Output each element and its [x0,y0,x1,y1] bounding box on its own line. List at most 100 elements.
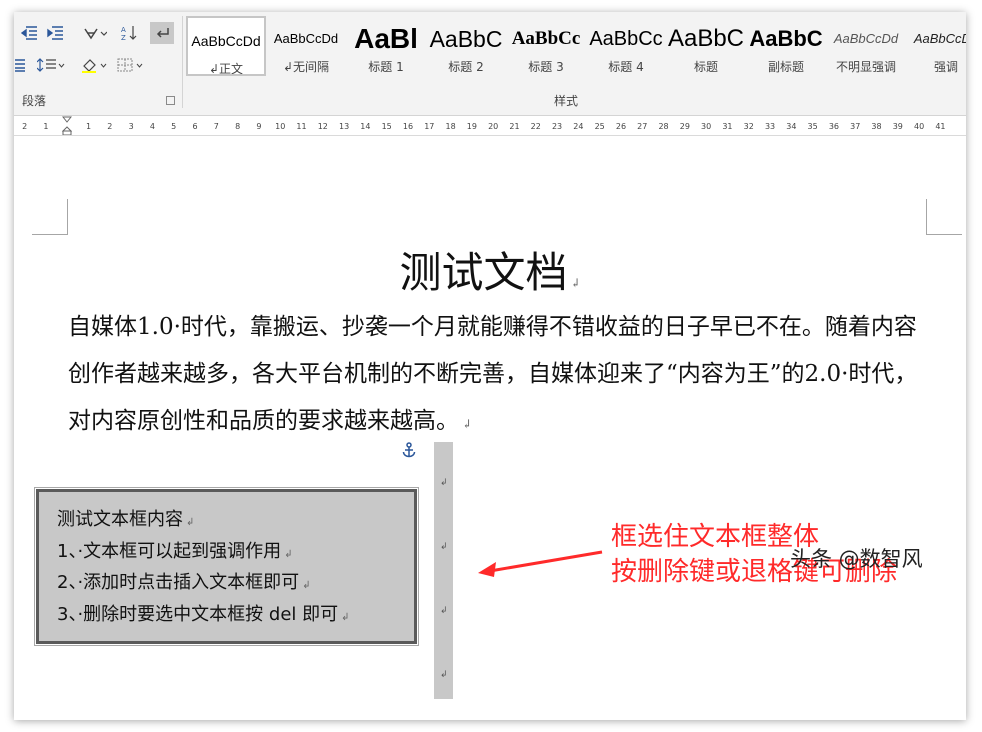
ruler-tick-label: 1 [43,121,49,131]
style-item[interactable]: AaBbCc 标题 4 [586,16,666,76]
style-item[interactable]: AaBbCc 标题 3 [506,16,586,76]
paragraph-mark-icon: ↲ [302,580,311,591]
horizontal-ruler[interactable]: 2 1 1 2 3 4 5 6 7 8 9 10 11 12 13 14 15 16 17 18 19 20 21 22 23 2… [14,116,966,136]
style-preview: AaBbCcDd [273,31,339,46]
style-preview: AaBbCcDd [191,33,261,49]
ruler-tick-label: 6 [192,121,198,131]
ruler-tick-label: 28 [658,121,669,131]
ruler-tick-label: 2 [22,121,28,131]
style-name: 标题 1 [368,60,404,74]
ruler-tick-label: 18 [445,121,456,131]
style-item[interactable]: AaBbC 副标题 [746,16,826,76]
document-paragraph[interactable]: 自媒体1.0·时代，靠搬运、抄袭一个月就能赚得不错收益的日子早已不在。随着内容创… [68,304,922,448]
text-box-line: 测试文本框内容 ↲ [57,504,414,536]
anchor-icon[interactable] [402,442,416,458]
ruler-tick-label: 2 [107,121,113,131]
paragraph-dialog-launcher-icon[interactable] [166,96,175,105]
style-name: ↲正文 [208,62,244,76]
style-item[interactable]: AaBbC 标题 2 [426,16,506,76]
ruler-tick-label: 26 [615,121,627,131]
ruler-tick-label: 5 [171,121,177,131]
style-name: 标题 4 [608,60,644,74]
ruler-tick-label: 12 [317,121,328,131]
ruler-tick-label: 24 [573,121,584,131]
text-box[interactable]: 测试文本框内容 ↲ 1、·文本框可以起到强调作用 ↲ 2、·添加时点击插入文本框即可 ↲ 3… [34,487,419,646]
red-arrow-icon [478,550,603,577]
ruler-tick-label: 17 [424,121,435,131]
show-formatting-marks-icon[interactable] [150,22,174,44]
ruler-tick-label: 35 [807,121,818,131]
style-item[interactable]: AaBl 标题 1 [346,16,426,76]
ruler-tick-label: 9 [256,121,262,131]
chinese-layout-icon[interactable] [80,22,110,44]
style-item[interactable]: AaBbCcDd ↲无间隔 [266,16,346,76]
increase-indent-icon[interactable] [44,22,66,44]
paragraph-mark-icon: ↲ [570,276,581,290]
ruler-tick-label: 7 [213,121,219,131]
ruler-tick-label: 3 [128,121,134,131]
ruler-tick-label: 36 [828,121,840,131]
word-window: AZ 段落 AaBbCcDd ↲正文 AaBbCcDd ↲无间隔 AaBl 标题 1 AaB… [14,12,966,720]
ruler-tick-label: 19 [466,121,477,131]
borders-icon[interactable] [114,54,148,76]
ruler-tick-label: 10 [275,121,286,131]
ruler-tick-label: 32 [743,121,754,131]
selected-paragraph-marks-column[interactable]: ↲ ↲ ↲ ↲ [434,442,453,699]
ruler-tick-label: 41 [935,121,946,131]
watermark: 头条 @数智风 [790,547,923,571]
ruler-tick-label: 29 [679,121,690,131]
indent-marker-icon[interactable] [62,116,72,136]
style-name: 标题 2 [448,60,484,74]
ruler-tick-label: 37 [850,121,861,131]
ruler-tick-label: 23 [551,121,563,131]
text-box-line: 3、·删除时要选中文本框按 del 即可 ↲ [57,599,414,631]
text-box-line-text: 2、·添加时点击插入文本框即可 [57,572,300,593]
shading-icon[interactable] [78,54,112,76]
margin-corner-top-left [32,199,68,235]
ruler-tick-label: 13 [339,121,350,131]
distributed-align-icon[interactable] [14,54,26,76]
style-preview: AaBbCc [511,28,581,49]
paragraph-mark-icon: ↲ [462,417,473,431]
text-box-line: 2、·添加时点击插入文本框即可 ↲ [57,567,414,599]
styles-gallery: AaBbCcDd ↲正文 AaBbCcDd ↲无间隔 AaBl 标题 1 AaBbC 标题 2… [186,16,966,82]
ruler-tick-label: 21 [509,121,520,131]
style-item[interactable]: AaBbC 标题 [666,16,746,76]
ruler-tick-label: 40 [914,121,925,131]
ruler-tick-label: 22 [530,121,541,131]
ruler-tick-label: 39 [892,121,903,131]
style-name: ↲无间隔 [282,60,330,74]
style-item[interactable]: AaBbCcDd 强调 [906,16,966,76]
style-item[interactable]: AaBbCcDd ↲正文 [186,16,266,76]
paragraph-mark-icon: ↲ [440,670,448,680]
paragraph-mark-icon: ↲ [440,542,448,552]
line-spacing-icon[interactable] [34,54,68,76]
group-divider [182,16,183,108]
ruler-tick-label: 8 [235,121,241,131]
document-title[interactable]: 测试文档 ↲ [14,239,966,300]
decrease-indent-icon[interactable] [18,22,40,44]
ruler-tick-label: 1 [85,121,92,131]
style-preview: AaBbCc [589,28,663,50]
ruler-ticks: 2 1 1 2 3 4 5 6 7 8 9 10 11 12 13 14 15 16 17 18 19 20 21 22 23 2… [14,116,951,135]
ribbon: AZ 段落 AaBbCcDd ↲正文 AaBbCcDd ↲无间隔 AaBl 标题 1 AaB… [14,12,966,116]
ruler-tick-label: 38 [871,121,882,131]
styles-group-label: 样式 [554,94,579,108]
style-name: 强调 [933,60,958,74]
paragraph-mark-icon: ↲ [284,548,293,560]
document-page[interactable]: 测试文档 ↲ 自媒体1.0·时代，靠搬运、抄袭一个月就能赚得不错收益的日子早已不在… [14,137,966,720]
text-box-line: 1、·文本框可以起到强调作用 ↲ [57,536,414,568]
document-title-text: 测试文档 [399,248,568,297]
svg-text:Z: Z [121,34,126,41]
style-preview: AaBbCcDd [913,31,966,46]
style-preview: AaBbCcDd [833,31,899,46]
ruler-tick-label: 11 [296,121,307,131]
ruler-tick-label: 14 [360,121,371,131]
ruler-tick-label: 20 [488,121,499,131]
style-preview: AaBbC [749,26,823,51]
style-item[interactable]: AaBbCcDd 不明显强调 [826,16,906,76]
ruler-tick-label: 25 [594,121,605,131]
ruler-tick-label: 33 [764,121,776,131]
ruler-tick-label: 4 [149,121,155,131]
sort-icon[interactable]: AZ [118,22,140,44]
